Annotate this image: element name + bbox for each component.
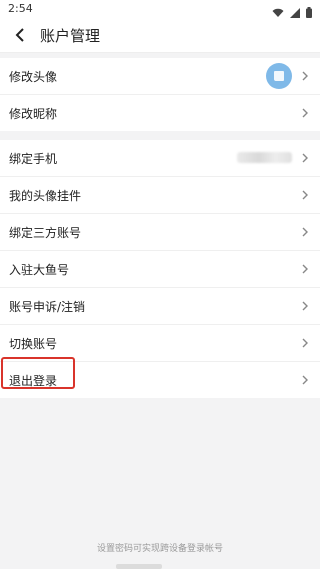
back-arrow-icon xyxy=(15,28,24,42)
profile-settings-group: 修改头像 修改昵称 xyxy=(0,58,320,131)
row-label: 修改昵称 xyxy=(9,107,58,121)
row-logout[interactable]: 退出登录 xyxy=(0,362,320,398)
masked-phone-number xyxy=(237,152,292,163)
row-switch-account[interactable]: 切换账号 xyxy=(0,325,320,362)
row-change-avatar[interactable]: 修改头像 xyxy=(0,58,320,95)
row-label: 退出登录 xyxy=(9,374,58,388)
chevron-right-icon xyxy=(302,264,308,274)
account-settings-group: 绑定手机 我的头像挂件 绑定三方账号 入驻大鱼号 账号申诉/注销 切换账号 退出… xyxy=(0,140,320,398)
chevron-right-icon xyxy=(302,190,308,200)
chevron-right-icon xyxy=(302,227,308,237)
chevron-right-icon xyxy=(302,338,308,348)
page-title: 账户管理 xyxy=(40,27,101,45)
row-label: 切换账号 xyxy=(9,337,58,351)
footer-hint[interactable]: 设置密码可实现跨设备登录帐号 xyxy=(0,541,320,554)
chevron-right-icon xyxy=(302,108,308,118)
chevron-right-icon xyxy=(302,71,308,81)
back-button[interactable] xyxy=(10,25,30,45)
app-bar: 账户管理 xyxy=(0,18,320,53)
chevron-right-icon xyxy=(302,153,308,163)
avatar xyxy=(266,63,292,89)
row-appeal-cancel[interactable]: 账号申诉/注销 xyxy=(0,288,320,325)
row-label: 入驻大鱼号 xyxy=(9,263,70,277)
row-avatar-pendant[interactable]: 我的头像挂件 xyxy=(0,177,320,214)
chevron-right-icon xyxy=(302,375,308,385)
row-label: 账号申诉/注销 xyxy=(9,300,86,314)
row-join-dayu[interactable]: 入驻大鱼号 xyxy=(0,251,320,288)
status-time: 2:54 xyxy=(8,2,33,15)
row-label: 绑定手机 xyxy=(9,152,58,166)
status-bar: 2:54 xyxy=(0,0,320,18)
row-bind-phone[interactable]: 绑定手机 xyxy=(0,140,320,177)
chevron-right-icon xyxy=(302,301,308,311)
row-label: 绑定三方账号 xyxy=(9,226,82,240)
footer-bar xyxy=(116,564,162,569)
row-label: 我的头像挂件 xyxy=(9,189,82,203)
row-bind-third-party[interactable]: 绑定三方账号 xyxy=(0,214,320,251)
row-label: 修改头像 xyxy=(9,70,58,84)
row-change-nickname[interactable]: 修改昵称 xyxy=(0,95,320,131)
